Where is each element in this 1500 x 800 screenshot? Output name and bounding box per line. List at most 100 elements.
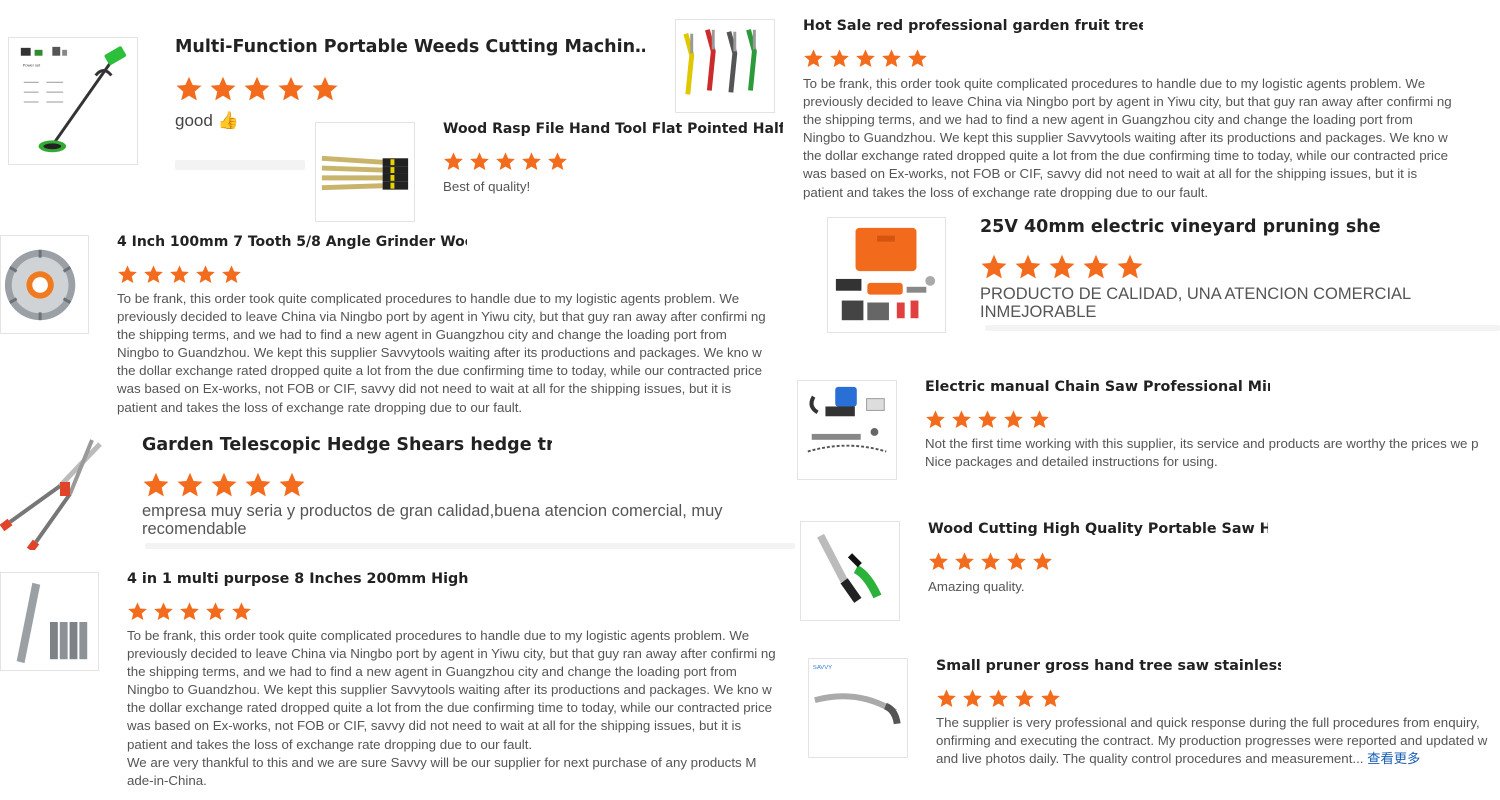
star-icon <box>882 49 901 67</box>
product-thumbnail[interactable] <box>0 235 89 334</box>
star-icon <box>128 602 147 620</box>
product-thumbnail[interactable] <box>0 436 108 550</box>
star-icon <box>496 152 515 170</box>
star-icon <box>143 472 169 497</box>
star-rating <box>443 151 568 172</box>
star-icon <box>952 410 971 428</box>
star-icon <box>1041 689 1060 707</box>
star-icon <box>1083 254 1109 279</box>
divider <box>145 543 795 549</box>
star-icon <box>196 265 215 283</box>
star-rating <box>142 471 306 499</box>
star-icon <box>154 602 173 620</box>
star-rating <box>980 253 1144 281</box>
product-thumbnail[interactable] <box>315 122 415 222</box>
product-title[interactable]: 25V 40mm electric vineyard pruning shear… <box>980 217 1380 237</box>
star-icon <box>926 410 945 428</box>
star-icon <box>1004 410 1023 428</box>
star-icon <box>245 472 271 497</box>
grinder-disc-image <box>4 249 76 321</box>
star-icon <box>144 265 163 283</box>
star-icon <box>929 552 948 570</box>
star-icon <box>244 76 270 101</box>
divider <box>175 160 305 170</box>
pruner-shears-image <box>683 29 757 95</box>
star-icon <box>222 265 241 283</box>
product-thumbnail[interactable]: SAVVY <box>808 658 908 758</box>
grass-trimmer-image: Power set <box>20 46 127 153</box>
chain-saw-kit-image <box>807 386 887 453</box>
star-icon <box>232 602 251 620</box>
star-icon <box>978 410 997 428</box>
electric-pruner-kit-image <box>835 227 936 321</box>
star-icon <box>1049 254 1075 279</box>
product-thumbnail[interactable]: Power set <box>8 37 138 165</box>
brand-mark: SAVVY <box>813 665 832 671</box>
rasp-file-image <box>321 155 409 191</box>
product-thumbnail[interactable] <box>0 572 99 671</box>
star-icon <box>856 49 875 67</box>
product-title[interactable]: 4 in 1 multi purpose 8 Inches 200mm High… <box>127 571 472 587</box>
star-rating <box>175 75 339 103</box>
file-set-image <box>16 582 88 664</box>
product-title[interactable]: 4 Inch 100mm 7 Tooth 5/8 Angle Grinder W… <box>117 234 467 250</box>
star-icon <box>981 552 1000 570</box>
product-title[interactable]: Multi-Function Portable Weeds Cutting Ma… <box>175 37 645 57</box>
star-icon <box>955 552 974 570</box>
product-thumbnail[interactable] <box>797 380 897 480</box>
star-icon <box>210 76 236 101</box>
star-icon <box>522 152 541 170</box>
review-text: The supplier is very professional and qu… <box>936 714 1500 770</box>
star-icon <box>211 472 237 497</box>
star-icon <box>1117 254 1143 279</box>
star-icon <box>206 602 225 620</box>
star-icon <box>548 152 567 170</box>
product-title[interactable]: Electric manual Chain Saw Professional M… <box>925 379 1270 395</box>
star-icon <box>1030 410 1049 428</box>
star-icon <box>177 472 203 497</box>
product-title[interactable]: Hot Sale red professional garden fruit t… <box>803 18 1143 34</box>
star-rating <box>127 601 252 622</box>
divider <box>985 325 1500 331</box>
product-title[interactable]: Small pruner gross hand tree saw stainle… <box>936 658 1281 674</box>
star-icon <box>180 602 199 620</box>
star-icon <box>1015 689 1034 707</box>
star-icon <box>963 689 982 707</box>
kit-label: Power set <box>23 63 41 68</box>
star-icon <box>176 76 202 101</box>
star-icon <box>1033 552 1052 570</box>
star-rating <box>117 264 242 285</box>
product-thumbnail[interactable] <box>827 217 946 333</box>
review-text: To be frank, this order took quite compl… <box>117 291 770 415</box>
star-icon <box>470 152 489 170</box>
star-rating <box>925 409 1050 430</box>
star-rating <box>803 48 928 69</box>
product-title[interactable]: Wood Rasp File Hand Tool Flat Pointed Ha… <box>443 121 783 137</box>
product-title[interactable]: Wood Cutting High Quality Portable Saw H… <box>928 521 1268 537</box>
star-icon <box>989 689 1008 707</box>
star-icon <box>278 76 304 101</box>
hedge-shears-image <box>0 439 102 550</box>
review-text: Not the first time working with this sup… <box>925 436 1479 470</box>
product-title[interactable]: Garden Telescopic Hedge Shears hedge tri… <box>142 435 552 455</box>
star-icon <box>1007 552 1026 570</box>
star-icon <box>981 254 1007 279</box>
folding-saw-image <box>817 533 882 603</box>
review-text: To be frank, this order took quite compl… <box>803 76 1456 200</box>
star-icon <box>908 49 927 67</box>
star-rating <box>936 688 1061 709</box>
star-icon <box>1015 254 1041 279</box>
product-thumbnail[interactable] <box>675 19 775 113</box>
star-icon <box>279 472 305 497</box>
review-text: Best of quality! <box>443 179 531 194</box>
review-text: To be frank, this order took quite compl… <box>127 628 776 788</box>
star-icon <box>444 152 463 170</box>
review-text: empresa muy seria y productos de gran ca… <box>142 502 728 539</box>
star-icon <box>312 76 338 101</box>
star-icon <box>804 49 823 67</box>
product-thumbnail[interactable] <box>800 521 900 621</box>
see-more-link[interactable]: 查看更多 <box>1367 751 1420 766</box>
review-text: PRODUCTO DE CALIDAD, UNA ATENCION COMERC… <box>980 285 1416 322</box>
star-icon <box>830 49 849 67</box>
star-icon <box>118 265 137 283</box>
